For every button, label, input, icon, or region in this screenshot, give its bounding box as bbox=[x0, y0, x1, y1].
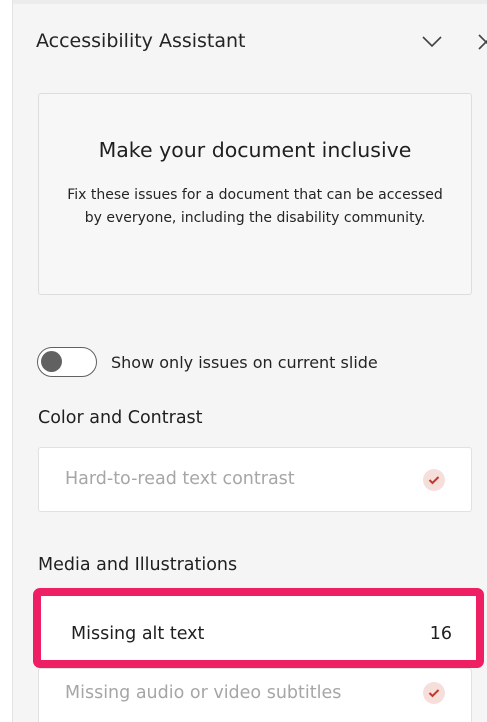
toggle-label: Show only issues on current slide bbox=[111, 352, 378, 372]
section-heading-media-illustrations: Media and Illustrations bbox=[38, 555, 238, 575]
issue-missing-alt-text[interactable]: Missing alt text 16 bbox=[33, 588, 484, 668]
intro-card: Make your document inclusive Fix these i… bbox=[38, 93, 472, 295]
issue-hard-to-read-contrast[interactable]: Hard-to-read text contrast bbox=[38, 447, 472, 512]
pane-top-border bbox=[13, 0, 487, 4]
current-slide-toggle-row: Show only issues on current slide bbox=[37, 344, 378, 380]
check-circle-icon bbox=[423, 469, 445, 491]
check-circle-icon bbox=[423, 682, 445, 704]
chevron-down-icon bbox=[422, 36, 442, 48]
issue-label: Missing audio or video subtitles bbox=[65, 683, 342, 703]
issue-missing-subtitles[interactable]: Missing audio or video subtitles bbox=[38, 668, 472, 722]
toggle-knob bbox=[41, 351, 62, 372]
close-icon bbox=[478, 34, 487, 50]
issue-label: Hard-to-read text contrast bbox=[65, 469, 295, 489]
intro-title: Make your document inclusive bbox=[98, 138, 412, 162]
issue-label: Missing alt text bbox=[71, 624, 205, 644]
intro-description: Fix these issues for a document that can… bbox=[67, 187, 443, 226]
issue-count: 16 bbox=[429, 624, 452, 644]
pane-title: Accessibility Assistant bbox=[36, 30, 246, 52]
collapse-button[interactable] bbox=[418, 28, 446, 56]
current-slide-toggle[interactable] bbox=[37, 347, 97, 377]
accessibility-assistant-pane: Accessibility Assistant Make your docume… bbox=[12, 0, 487, 722]
section-heading-color-contrast: Color and Contrast bbox=[38, 408, 203, 428]
close-button[interactable] bbox=[472, 28, 487, 56]
